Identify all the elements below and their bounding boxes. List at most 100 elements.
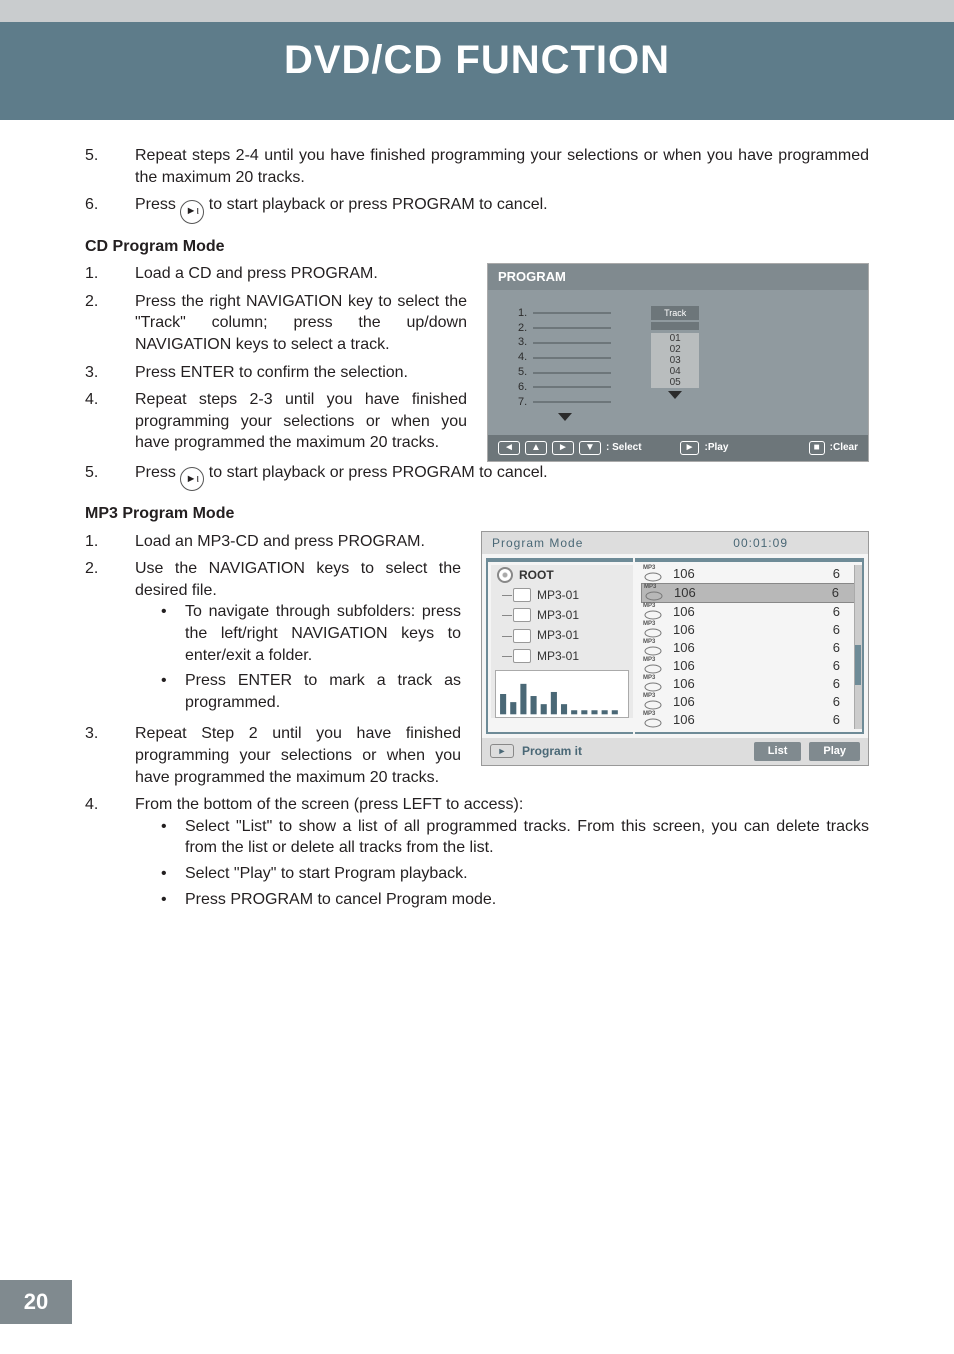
arrow-right-icon: ► xyxy=(552,441,574,455)
play-next-icon: ►ι xyxy=(180,467,204,491)
list-number: 2. xyxy=(85,291,135,356)
track-num: 6 xyxy=(833,693,854,711)
clear-label: :Clear xyxy=(830,441,858,455)
track-item: 04 xyxy=(651,366,699,377)
mp3-file-icon xyxy=(643,675,663,693)
track-num: 6 xyxy=(833,621,854,639)
folder-icon xyxy=(513,649,531,663)
play-button[interactable]: Play xyxy=(809,742,860,761)
track-num: 6 xyxy=(833,603,854,621)
play-icon: ► xyxy=(490,744,514,758)
program-track-list: Track 01 02 03 04 05 xyxy=(651,306,699,421)
page-number: 20 xyxy=(0,1280,72,1324)
mp3-file-icon xyxy=(643,621,663,639)
play-icon: ► xyxy=(680,441,700,455)
track-name: 106 xyxy=(673,603,823,621)
text: to start playback or press PROGRAM to ca… xyxy=(209,464,548,481)
section-heading: MP3 Program Mode xyxy=(85,503,869,525)
track-num: 6 xyxy=(833,711,854,729)
step-text: Load an MP3-CD and press PROGRAM. xyxy=(135,531,461,553)
list-number: 1. xyxy=(85,263,135,285)
track-item: 02 xyxy=(651,344,699,355)
page-header: DVD/CD FUNCTION xyxy=(0,0,954,120)
step-text: Press ENTER to confirm the selection. xyxy=(135,362,467,384)
list-number: 3. xyxy=(85,362,135,384)
list-item: Press PROGRAM to cancel Program mode. xyxy=(161,889,869,911)
page-title: DVD/CD FUNCTION xyxy=(284,38,670,83)
play-next-icon: ►ι xyxy=(180,200,204,224)
track-name: 106 xyxy=(673,711,823,729)
step-text: Load a CD and press PROGRAM. xyxy=(135,263,467,285)
slot-num: 1. xyxy=(518,306,527,321)
list-number: 1. xyxy=(85,531,135,553)
list-number: 2. xyxy=(85,558,135,717)
play-label: :Play xyxy=(704,441,728,455)
folder-icon xyxy=(513,608,531,622)
step-text: Use the NAVIGATION keys to select the de… xyxy=(135,558,461,601)
list-item: To navigate through subfolders: press th… xyxy=(161,601,461,666)
arrow-up-icon: ▲ xyxy=(525,441,547,455)
mp3-file-icon xyxy=(643,639,663,657)
track-selected-slot xyxy=(651,322,699,330)
track-item: 03 xyxy=(651,355,699,366)
program-panel: PROGRAM 1. 2. 3. 4. 5. 6. 7. Track xyxy=(487,263,869,461)
track-name: 106 xyxy=(673,675,823,693)
text: Press xyxy=(135,196,180,213)
text: to start playback or press PROGRAM to ca… xyxy=(209,196,548,213)
disc-icon xyxy=(497,567,513,583)
mp3-file-icon xyxy=(643,693,663,711)
step-text: Repeat steps 2-3 until you have finished… xyxy=(135,389,467,454)
stop-icon: ■ xyxy=(809,441,825,455)
arrow-down-icon xyxy=(558,413,572,421)
track-name: 106 xyxy=(673,639,823,657)
folder-label: ROOT xyxy=(519,567,554,583)
mp3-panel: Program Mode 00:01:09 ROOT MP3-01 MP3-01… xyxy=(481,531,869,766)
scrollbar[interactable] xyxy=(854,565,862,729)
track-name: 106 xyxy=(673,621,823,639)
arrow-down-icon xyxy=(668,391,682,399)
arrow-left-icon: ◄ xyxy=(498,441,520,455)
track-heading: Track xyxy=(651,306,699,320)
mp3-file-icon xyxy=(643,711,663,729)
list-item: Select "List" to show a list of all prog… xyxy=(161,816,869,859)
slot-num: 4. xyxy=(518,350,527,365)
track-name: 106 xyxy=(673,565,823,583)
track-name: 106 xyxy=(674,584,822,602)
step-text: Repeat Step 2 until you have finished pr… xyxy=(135,723,461,788)
folder-label: MP3-01 xyxy=(537,648,579,664)
arrow-down-icon: ▼ xyxy=(579,441,601,455)
track-num: 6 xyxy=(833,657,854,675)
list-button[interactable]: List xyxy=(754,742,802,761)
equalizer-graphic xyxy=(495,670,629,718)
slot-num: 6. xyxy=(518,380,527,395)
track-num: 6 xyxy=(833,675,854,693)
list-number: 4. xyxy=(85,794,135,914)
mp3-mode-label: Program Mode xyxy=(492,535,583,551)
header-top-bar xyxy=(0,0,954,22)
folder-label: MP3-01 xyxy=(537,587,579,603)
slot-num: 7. xyxy=(518,395,527,410)
step-text: From the bottom of the screen (press LEF… xyxy=(135,794,869,816)
mp3-file-icon xyxy=(643,603,663,621)
step-text: Press ►ι to start playback or press PROG… xyxy=(135,194,869,223)
mp3-time: 00:01:09 xyxy=(733,535,788,551)
list-number: 3. xyxy=(85,723,135,788)
program-it-label: Program it xyxy=(522,743,582,759)
slot-num: 5. xyxy=(518,365,527,380)
track-num: 6 xyxy=(833,565,854,583)
list-number: 5. xyxy=(85,462,135,491)
track-item: 05 xyxy=(651,377,699,388)
list-number: 5. xyxy=(85,145,135,188)
section-heading: CD Program Mode xyxy=(85,236,869,258)
list-number: 4. xyxy=(85,389,135,454)
mp3-file-icon xyxy=(644,584,664,602)
track-num: 6 xyxy=(832,584,853,602)
mp3-file-icon xyxy=(643,565,663,583)
text: Press xyxy=(135,464,180,481)
step-text: Repeat steps 2-4 until you have finished… xyxy=(135,145,869,188)
folder-icon xyxy=(513,588,531,602)
list-number: 6. xyxy=(85,194,135,223)
track-item: 01 xyxy=(651,333,699,344)
step-text: Press ►ι to start playback or press PROG… xyxy=(135,462,869,491)
list-item: Press ENTER to mark a track as programme… xyxy=(161,670,461,713)
